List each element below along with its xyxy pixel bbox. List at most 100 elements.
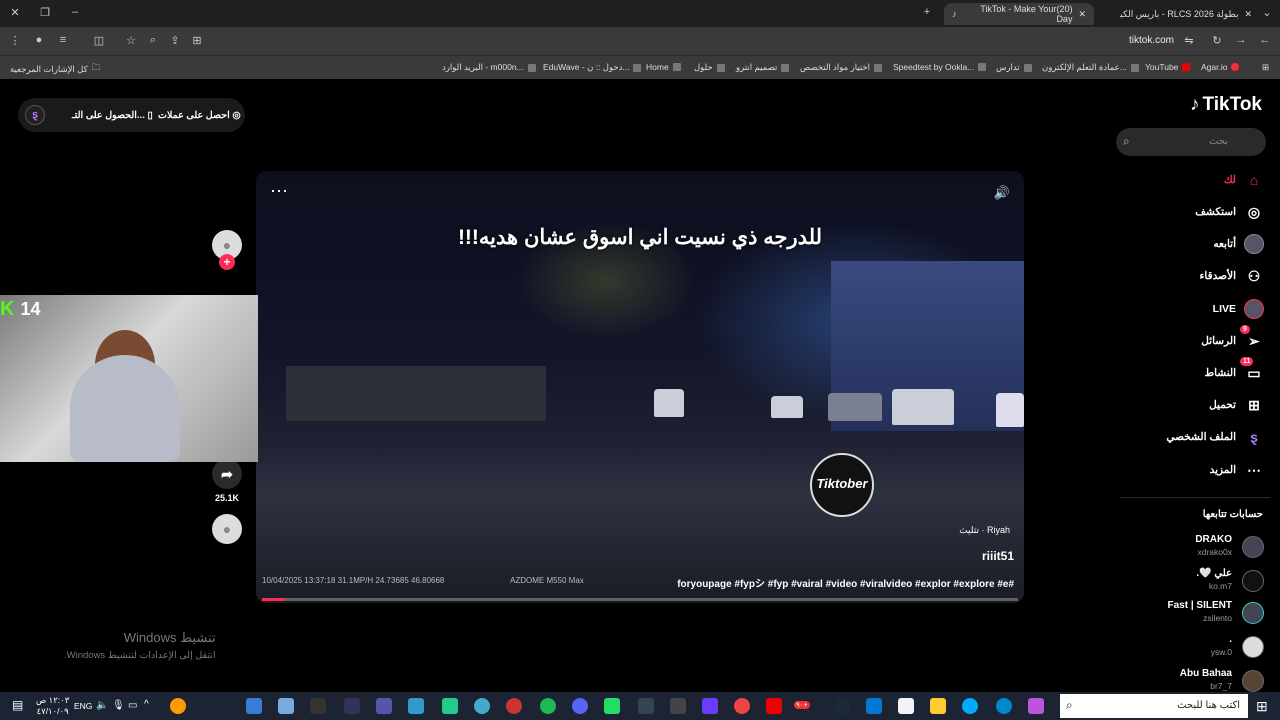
taskbar-app-icon[interactable] — [344, 698, 360, 714]
close-window-icon[interactable]: ✕ — [8, 6, 22, 19]
notifications-icon[interactable]: ▤ — [12, 698, 23, 712]
bookmark-item[interactable]: YouTube — [1145, 62, 1191, 72]
get-app-button[interactable]: الحصول على التـ... ▯ — [72, 110, 153, 121]
outlook-icon[interactable] — [866, 698, 882, 714]
nav-upload[interactable]: ⊞ تحميل — [1209, 392, 1264, 418]
volume-icon[interactable]: 🔊 — [994, 185, 1010, 201]
bookmark-item[interactable]: EduWave - دخول :: ن... — [543, 62, 642, 73]
windows-start-icon[interactable]: ⊞ — [1256, 698, 1268, 715]
taskbar-app-icon[interactable] — [474, 698, 490, 714]
downloads-icon[interactable]: ≡ — [56, 34, 70, 46]
taskbar-app-icon[interactable] — [246, 698, 262, 714]
bookmark-item[interactable]: تدارس — [996, 62, 1032, 73]
tab-tiktok[interactable]: ✕ (20)TikTok - Make Your Day ♪ — [944, 3, 1094, 25]
tab-close-icon[interactable]: ✕ — [1244, 9, 1252, 20]
taskbar-app-icon[interactable] — [376, 698, 392, 714]
nav-profile[interactable]: ȿ الملف الشخصي — [1166, 424, 1264, 450]
taskbar-app-icon[interactable] — [408, 698, 424, 714]
bookmark-item[interactable]: البريد الوارد - m000n... — [442, 62, 536, 73]
video-player[interactable]: ⋯ 🔊 للدرجه ذي نسيت اني اسوق عشان هديه!!!… — [256, 171, 1024, 603]
edge-icon[interactable] — [962, 698, 978, 714]
nav-live[interactable]: LIVE — [1213, 296, 1264, 322]
language-indicator[interactable]: ENG — [74, 701, 92, 711]
forward-icon[interactable]: → — [1234, 34, 1248, 46]
menu-icon[interactable]: ⋮ — [8, 34, 22, 47]
taskbar-app-icon[interactable] — [506, 698, 522, 714]
following-account[interactable]: DRAKO xdrako0x — [1142, 534, 1272, 562]
get-coins-button[interactable]: احصل على عملات ◎ — [158, 110, 241, 121]
copilot-icon[interactable] — [1028, 698, 1044, 714]
taskbar-app-icon[interactable] — [310, 698, 326, 714]
nav-for-you[interactable]: ⌂ لك — [1224, 167, 1264, 193]
site-settings-icon[interactable]: ⇋ — [1182, 34, 1196, 47]
taskbar-app-icon[interactable] — [638, 698, 654, 714]
minimize-window-icon[interactable]: – — [68, 6, 82, 18]
taskbar-app-icon[interactable] — [670, 698, 686, 714]
bookmark-item[interactable]: Home — [646, 62, 681, 72]
nav-activity[interactable]: ▭ 11 النشاط — [1204, 357, 1264, 386]
video-progress-bar[interactable] — [262, 598, 1018, 601]
translate-icon[interactable]: ⊞ — [190, 34, 204, 47]
video-hashtags[interactable]: #foryoupage #fypシ #fyp #vairal #video #v… — [677, 575, 1014, 590]
tab-close-icon[interactable]: ✕ — [1078, 9, 1086, 20]
nav-following[interactable]: أتابعه — [1213, 231, 1264, 257]
steam-icon[interactable] — [834, 698, 850, 714]
tiktok-logo[interactable]: ♪ TikTok — [1190, 94, 1262, 116]
youtube-taskbar-icon[interactable] — [766, 698, 782, 714]
following-account[interactable]: علي 🤍. ko.m7 — [1142, 568, 1272, 596]
follow-plus-icon[interactable]: + — [219, 254, 235, 270]
weather-app-icon[interactable] — [170, 698, 186, 714]
sound-avatar[interactable]: ● — [212, 514, 242, 544]
bookmark-star-icon[interactable]: ☆ — [124, 34, 138, 47]
tab-search-icon[interactable]: ⌄ — [1260, 6, 1274, 19]
video-location[interactable]: Riyah · تثليث — [959, 525, 1010, 536]
taskbar-app-icon[interactable] — [604, 698, 620, 714]
all-bookmarks[interactable]: كل الإشارات المرجعية 🗀 — [10, 62, 100, 76]
bookmark-item[interactable]: Agar.io — [1201, 62, 1240, 72]
search-icon[interactable]: ⌕ — [1123, 134, 1130, 149]
discord-icon[interactable] — [572, 698, 588, 714]
zoom-icon[interactable]: ⌕ — [146, 34, 160, 47]
extensions-icon[interactable]: ◫ — [92, 34, 106, 47]
taskbar-app-icon[interactable] — [278, 698, 294, 714]
apps-grid-icon[interactable]: ⊞ — [1262, 62, 1269, 73]
microphone-tray-icon[interactable]: 🎙 — [112, 700, 125, 711]
nav-messages[interactable]: ➢ 9 الرسائل — [1201, 325, 1264, 354]
share-action[interactable]: ➦ 25.1K — [212, 459, 242, 503]
chrome-icon[interactable] — [734, 698, 750, 714]
video-more-options-icon[interactable]: ⋯ — [270, 181, 288, 202]
nav-more[interactable]: ⋯ المزيد — [1210, 457, 1264, 483]
taskbar-search-input[interactable]: اكتب هنا للبحث ⌕ — [1060, 694, 1248, 718]
restore-window-icon[interactable]: ❐ — [38, 6, 52, 19]
tray-overflow-icon[interactable]: ^ — [144, 699, 149, 710]
taskbar-app-icon[interactable] — [702, 698, 718, 714]
bookmark-item[interactable]: اختيار مواد التخصص — [800, 62, 883, 73]
video-author[interactable]: riiit51 — [982, 549, 1014, 563]
bookmark-item[interactable]: عمادة التعلم الإلكترون... — [1042, 62, 1139, 73]
reload-icon[interactable]: ↻ — [1210, 34, 1224, 47]
following-account[interactable]: . ysw.0 — [1142, 634, 1272, 662]
url-field[interactable]: tiktok.com — [1129, 35, 1174, 46]
edge-icon[interactable] — [996, 698, 1012, 714]
bookmark-item[interactable]: Speedtest by Ookla... — [893, 62, 987, 72]
spotify-icon[interactable] — [540, 698, 556, 714]
network-tray-icon[interactable]: ▭ — [128, 700, 137, 711]
share-icon[interactable]: ⇪ — [168, 34, 182, 47]
nav-friends[interactable]: ⚇ الأصدقاء — [1200, 263, 1265, 289]
file-explorer-icon[interactable] — [930, 698, 946, 714]
tab-rlcs[interactable]: ✕ بطولة RLCS 2026 - باريس الكبرى... — [1102, 3, 1252, 25]
profile-avatar[interactable]: ȿ — [25, 105, 45, 125]
profile-icon[interactable]: ● — [32, 34, 46, 46]
nav-explore[interactable]: ◎ استكشف — [1195, 199, 1264, 225]
following-account[interactable]: Fast | SILENT zsilento — [1142, 600, 1272, 628]
back-icon[interactable]: ← — [1258, 34, 1272, 46]
new-tab-icon[interactable]: + — [920, 6, 934, 18]
store-icon[interactable] — [898, 698, 914, 714]
taskbar-app-icon[interactable] — [442, 698, 458, 714]
bookmark-item[interactable]: حلول — [694, 62, 725, 73]
creator-avatar[interactable]: ● + — [212, 230, 242, 270]
taskbar-clock[interactable]: ١٢:٠٣ ص ٤٧/١٠/٠٩ — [36, 695, 69, 717]
volume-tray-icon[interactable]: 🔈 — [96, 700, 108, 711]
search-input[interactable]: بحث ⌕ — [1116, 128, 1266, 156]
bookmark-item[interactable]: تصميم انترو — [736, 62, 790, 73]
